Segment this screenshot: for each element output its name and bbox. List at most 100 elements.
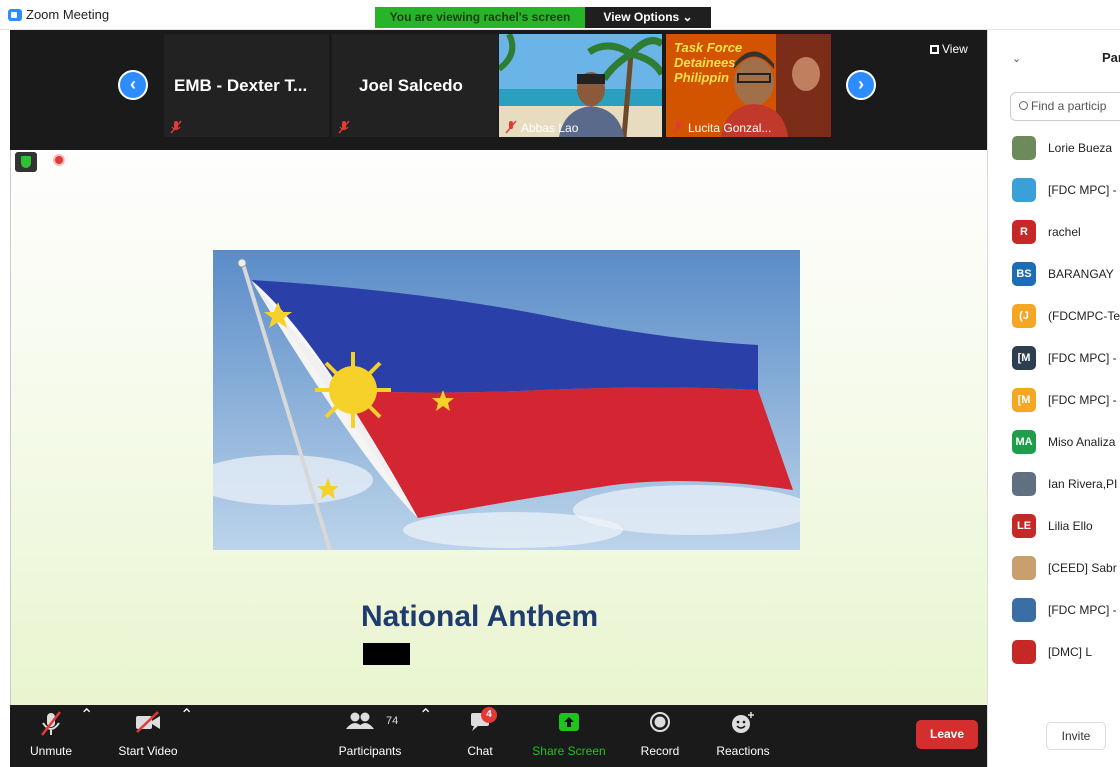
participant-name: Joel Salcedo — [359, 76, 463, 95]
slide-title: National Anthem — [361, 600, 599, 633]
redacted-block — [363, 643, 410, 665]
avatar — [1012, 136, 1036, 160]
share-screen-button[interactable]: Share Screen — [526, 705, 612, 767]
window-title: Zoom Meeting — [26, 7, 110, 22]
participant-name: Lorie Bueza — [1048, 141, 1113, 155]
record-icon — [650, 712, 670, 732]
viewing-screen-banner: You are viewing rachel's screen — [375, 7, 585, 28]
participant-list-item[interactable]: Rrachel — [988, 214, 1120, 254]
panel-title: Par — [1102, 50, 1120, 65]
start-video-label: Start Video — [118, 744, 178, 758]
reactions-emoji-icon — [732, 712, 754, 733]
avatar: [M — [1012, 346, 1036, 370]
participant-name: Abbas Lao — [521, 121, 579, 135]
video-options-caret[interactable]: ⌃ — [180, 705, 193, 767]
prev-page-button[interactable]: ‹ — [118, 70, 148, 100]
next-page-button[interactable]: › — [846, 70, 876, 100]
video-tile[interactable]: Joel Salcedo — [332, 34, 498, 137]
participants-options-caret[interactable]: ⌃ — [419, 705, 432, 767]
avatar — [1012, 598, 1036, 622]
collapse-chevron-icon[interactable]: ⌄ — [1012, 52, 1021, 65]
avatar: R — [1012, 220, 1036, 244]
avatar: BS — [1012, 262, 1036, 286]
poster-text: Task Force Detainees Philippin — [674, 40, 743, 85]
invite-button[interactable]: Invite — [1046, 722, 1106, 750]
avatar: MA — [1012, 430, 1036, 454]
avatar — [1012, 640, 1036, 664]
grid-view-icon — [930, 45, 939, 54]
video-strip: ‹ EMB - Dexter T... Joel Salcedo Abbas L… — [10, 30, 987, 150]
participant-list-item[interactable]: LE Lilia Ello — [988, 508, 1120, 548]
shared-screen: National Anthem — [10, 150, 987, 705]
participant-name: rachel — [1048, 225, 1081, 239]
video-tile[interactable]: Task Force Detainees Philippin Lucita Go… — [666, 34, 831, 137]
participant-list-item[interactable]: BS BARANGAY — [988, 256, 1120, 296]
start-video-button[interactable]: Start Video — [110, 705, 186, 767]
security-shield-icon[interactable] — [15, 152, 37, 172]
video-tile[interactable]: Abbas Lao — [499, 34, 662, 137]
participant-name: [CEED] Sabr — [1048, 561, 1117, 575]
audio-options-caret[interactable]: ⌃ — [80, 705, 93, 767]
participants-label: Participants — [338, 744, 402, 758]
participant-list-item[interactable]: [FDC MPC] - — [988, 592, 1120, 632]
participant-list-item[interactable]: [DMC] L — [988, 634, 1120, 674]
participants-count: 74 — [386, 715, 399, 727]
participant-name: Ian Rivera,PI — [1048, 477, 1118, 491]
view-options-button[interactable]: View Options ⌄ — [585, 7, 711, 28]
find-participant-input[interactable]: Find a particip — [1010, 92, 1120, 121]
mic-muted-icon — [505, 120, 517, 134]
video-off-icon — [136, 711, 160, 733]
participant-name: Lucita Gonzal... — [688, 121, 772, 135]
participant-name: [FDC MPC] - — [1048, 351, 1117, 365]
chat-unread-badge: 4 — [481, 707, 497, 723]
chat-label: Chat — [467, 744, 493, 758]
participant-name: Miso Analiza — [1048, 435, 1116, 449]
participant-name: Lilia Ello — [1048, 519, 1093, 533]
mic-muted-icon — [170, 120, 182, 134]
share-screen-label: Share Screen — [532, 744, 606, 758]
participant-list-item[interactable]: [M [FDC MPC] - — [988, 382, 1120, 422]
video-tile[interactable]: EMB - Dexter T... — [164, 34, 329, 137]
mic-muted-icon — [338, 120, 350, 134]
unmute-label: Unmute — [29, 744, 73, 758]
search-icon — [1019, 101, 1028, 110]
recording-indicator-icon — [53, 154, 65, 166]
reactions-button[interactable]: Reactions — [708, 705, 778, 767]
participant-list-item[interactable]: [CEED] Sabr — [988, 550, 1120, 590]
avatar: (J — [1012, 304, 1036, 328]
avatar: LE — [1012, 514, 1036, 538]
participant-list-item[interactable]: MA Miso Analiza — [988, 424, 1120, 464]
participant-list-item[interactable]: [M [FDC MPC] - — [988, 340, 1120, 380]
share-screen-icon — [559, 713, 579, 731]
participant-name: [DMC] L — [1048, 645, 1093, 659]
participant-list: Lorie Bueza [FDC MPC] - Rrachel BS BARANGAY (… — [988, 130, 1120, 735]
philippine-flag-image — [213, 250, 800, 550]
participant-list-item[interactable]: [FDC MPC] - — [988, 172, 1120, 212]
participant-name: BARANGAY — [1048, 267, 1114, 281]
avatar — [1012, 178, 1036, 202]
zoom-meeting-window: Zoom Meeting You are viewing rachel's sc… — [0, 0, 1120, 767]
participant-name: [FDC MPC] - — [1048, 393, 1117, 407]
participant-name: EMB - Dexter T... — [174, 76, 308, 95]
participant-list-item[interactable]: Lorie Bueza — [988, 130, 1120, 170]
leave-button[interactable]: Leave — [916, 720, 978, 749]
mic-muted-icon — [672, 120, 684, 134]
zoom-app-icon — [8, 9, 22, 21]
participant-list-item[interactable]: Ian Rivera,PI — [988, 466, 1120, 506]
participant-name: [FDC MPC] - — [1048, 183, 1117, 197]
reactions-label: Reactions — [716, 744, 770, 758]
record-button[interactable]: Record — [632, 705, 688, 767]
chat-button[interactable]: 4 Chat — [456, 705, 504, 767]
participant-name: [FDC MPC] - — [1048, 603, 1117, 617]
avatar: [M — [1012, 388, 1036, 412]
participants-button[interactable]: 74 Participants — [332, 705, 408, 767]
participants-icon — [346, 712, 374, 729]
participants-panel: ⌄ Par Find a particip Lorie Bueza [FDC MP… — [987, 30, 1120, 767]
participant-name: (FDCMPC-Te — [1048, 309, 1120, 323]
view-layout-button[interactable]: View — [930, 42, 968, 56]
unmute-button[interactable]: Unmute — [20, 705, 82, 767]
participant-list-item[interactable]: (J (FDCMPC-Te — [988, 298, 1120, 338]
record-label: Record — [640, 744, 680, 758]
mic-muted-icon — [41, 711, 61, 736]
meeting-toolbar: Unmute ⌃ Start Video ⌃ 74 Participants ⌃ — [10, 705, 987, 767]
